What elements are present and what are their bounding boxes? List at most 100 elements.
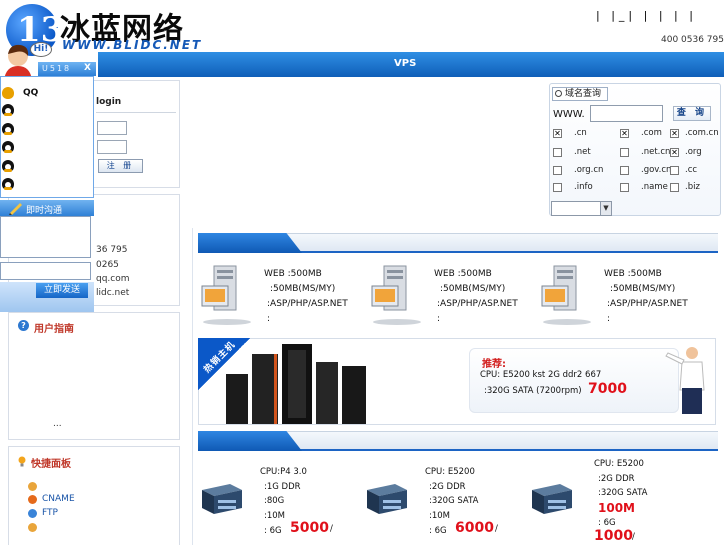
chat-title: 即时沟通 xyxy=(26,206,63,216)
guide-title: 用户指南 xyxy=(34,324,74,335)
tld-label: .org xyxy=(685,147,702,157)
chevron-down-icon[interactable]: ▼ xyxy=(600,202,611,215)
tld-label: .net.cn xyxy=(641,147,671,157)
promo-spec: CPU: E5200 kst 2G ddr2 667 xyxy=(480,370,602,380)
promo-spec: :320G SATA (7200rpm) xyxy=(484,386,582,396)
tld-checkbox[interactable] xyxy=(620,148,629,157)
server-spec: :10M xyxy=(264,510,286,521)
server-spec: 100M xyxy=(598,500,635,515)
header-phone: 400 0536 795 xyxy=(661,35,724,45)
qq-penguin-icon[interactable] xyxy=(2,104,14,116)
chat-message-box[interactable] xyxy=(0,216,91,258)
contact-line: 0265 xyxy=(96,260,119,270)
domain-input[interactable] xyxy=(590,105,663,122)
qq-penguin-icon[interactable] xyxy=(2,123,14,135)
server-spec: : 6G xyxy=(264,526,282,536)
vps-spec: : xyxy=(437,314,441,324)
register-button[interactable]: 注 册 xyxy=(98,159,143,173)
tld-label: .net xyxy=(574,147,591,157)
guide-more[interactable]: ... xyxy=(53,419,62,429)
businessman-image xyxy=(665,347,705,414)
promo-heading: 推荐: xyxy=(482,359,506,370)
tld-checkbox[interactable] xyxy=(670,183,679,192)
top-links[interactable]: | |_| | | | | xyxy=(596,9,697,22)
vps-spec: WEB :500MB xyxy=(434,269,492,279)
close-icon[interactable]: X xyxy=(84,63,91,73)
tld-checkbox[interactable]: ✕ xyxy=(670,148,679,157)
tld-label: .gov.cn xyxy=(641,165,672,175)
server-price: 1000 xyxy=(594,528,633,544)
server-spec: :320G SATA xyxy=(598,488,648,498)
tld-label: .info xyxy=(574,182,593,192)
server-spec: :10M xyxy=(429,510,451,521)
vps-computer-icon xyxy=(371,265,421,325)
vps-spec: : xyxy=(267,314,271,324)
tld-checkbox[interactable]: ✕ xyxy=(670,129,679,138)
server-icon xyxy=(367,484,407,514)
vps-spec: WEB :500MB xyxy=(264,269,322,279)
username-input[interactable] xyxy=(97,121,127,135)
contact-line[interactable]: lidc.net xyxy=(96,288,129,298)
tld-checkbox[interactable] xyxy=(620,183,629,192)
nav-item-vps[interactable]: VPS xyxy=(394,58,416,69)
server-spec: :2G DDR xyxy=(429,481,466,492)
tld-checkbox[interactable]: ✕ xyxy=(553,129,562,138)
qq-label: QQ xyxy=(23,88,39,98)
server-spec: CPU: E5200 xyxy=(425,467,475,477)
server-spec: :1G DDR xyxy=(264,481,301,492)
divider xyxy=(96,112,176,113)
tld-label: .com xyxy=(641,128,662,138)
domain-search-button[interactable]: 查 询 xyxy=(673,106,711,121)
lightbulb-icon xyxy=(18,456,26,467)
quick-item-ftp[interactable]: FTP xyxy=(42,508,58,518)
tld-label: .biz xyxy=(685,182,700,192)
search-icon xyxy=(555,90,562,97)
vps-computer-icon xyxy=(201,265,251,325)
tld-label: .cc xyxy=(685,165,698,175)
vps-spec: :ASP/PHP/ASP.NET xyxy=(267,299,348,309)
logo-url: WWW.BLIDC.NET xyxy=(62,38,203,52)
vps-spec: :50MB(MS/MY) xyxy=(610,284,676,294)
nav-bar: VPS xyxy=(98,52,724,77)
server-icon xyxy=(202,484,242,514)
chat-input[interactable] xyxy=(0,262,91,280)
contact-line[interactable]: qq.com xyxy=(96,274,130,284)
tld-label: .name xyxy=(641,182,668,192)
server-section-tab[interactable] xyxy=(198,431,302,451)
contact-line: 36 795 xyxy=(96,245,128,255)
user-icon xyxy=(28,482,37,491)
tld-checkbox[interactable]: ✕ xyxy=(620,129,629,138)
server-price: 6000 xyxy=(455,520,494,536)
help-icon: ? xyxy=(18,320,29,331)
qq-penguin-icon[interactable] xyxy=(2,178,14,190)
qq-penguin-icon[interactable] xyxy=(2,160,14,172)
tld-checkbox[interactable] xyxy=(670,166,679,175)
tld-checkbox[interactable] xyxy=(620,166,629,175)
server-spec: :320G SATA xyxy=(429,496,479,506)
price-unit: / xyxy=(632,532,635,542)
server-spec: : 6G xyxy=(429,526,447,536)
tld-checkbox[interactable] xyxy=(553,166,562,175)
vps-spec: : xyxy=(607,314,611,324)
vps-spec: :ASP/PHP/ASP.NET xyxy=(437,299,518,309)
vps-spec: :50MB(MS/MY) xyxy=(440,284,506,294)
tld-label: .org.cn xyxy=(574,165,604,175)
server-spec: CPU:P4 3.0 xyxy=(260,467,307,477)
send-button[interactable]: 立即发送 xyxy=(36,283,88,298)
server-rack-image xyxy=(226,344,366,424)
server-price: 5000 xyxy=(290,520,329,536)
vps-spec: :50MB(MS/MY) xyxy=(270,284,336,294)
quick-item-cname[interactable]: CNAME xyxy=(42,494,75,504)
server-spec: :80G xyxy=(264,496,285,506)
password-input[interactable] xyxy=(97,140,127,154)
tld-label: .com.cn xyxy=(685,128,719,138)
qq-penguin-icon[interactable] xyxy=(2,141,14,153)
server-spec: CPU: E5200 xyxy=(594,459,644,469)
user-icon xyxy=(2,87,14,99)
tld-checkbox[interactable] xyxy=(553,148,562,157)
vps-section-tab[interactable] xyxy=(198,233,302,253)
server-spec: :2G DDR xyxy=(598,473,635,484)
vps-computer-icon xyxy=(541,265,591,325)
tld-checkbox[interactable] xyxy=(553,183,562,192)
server-icon xyxy=(532,484,572,514)
